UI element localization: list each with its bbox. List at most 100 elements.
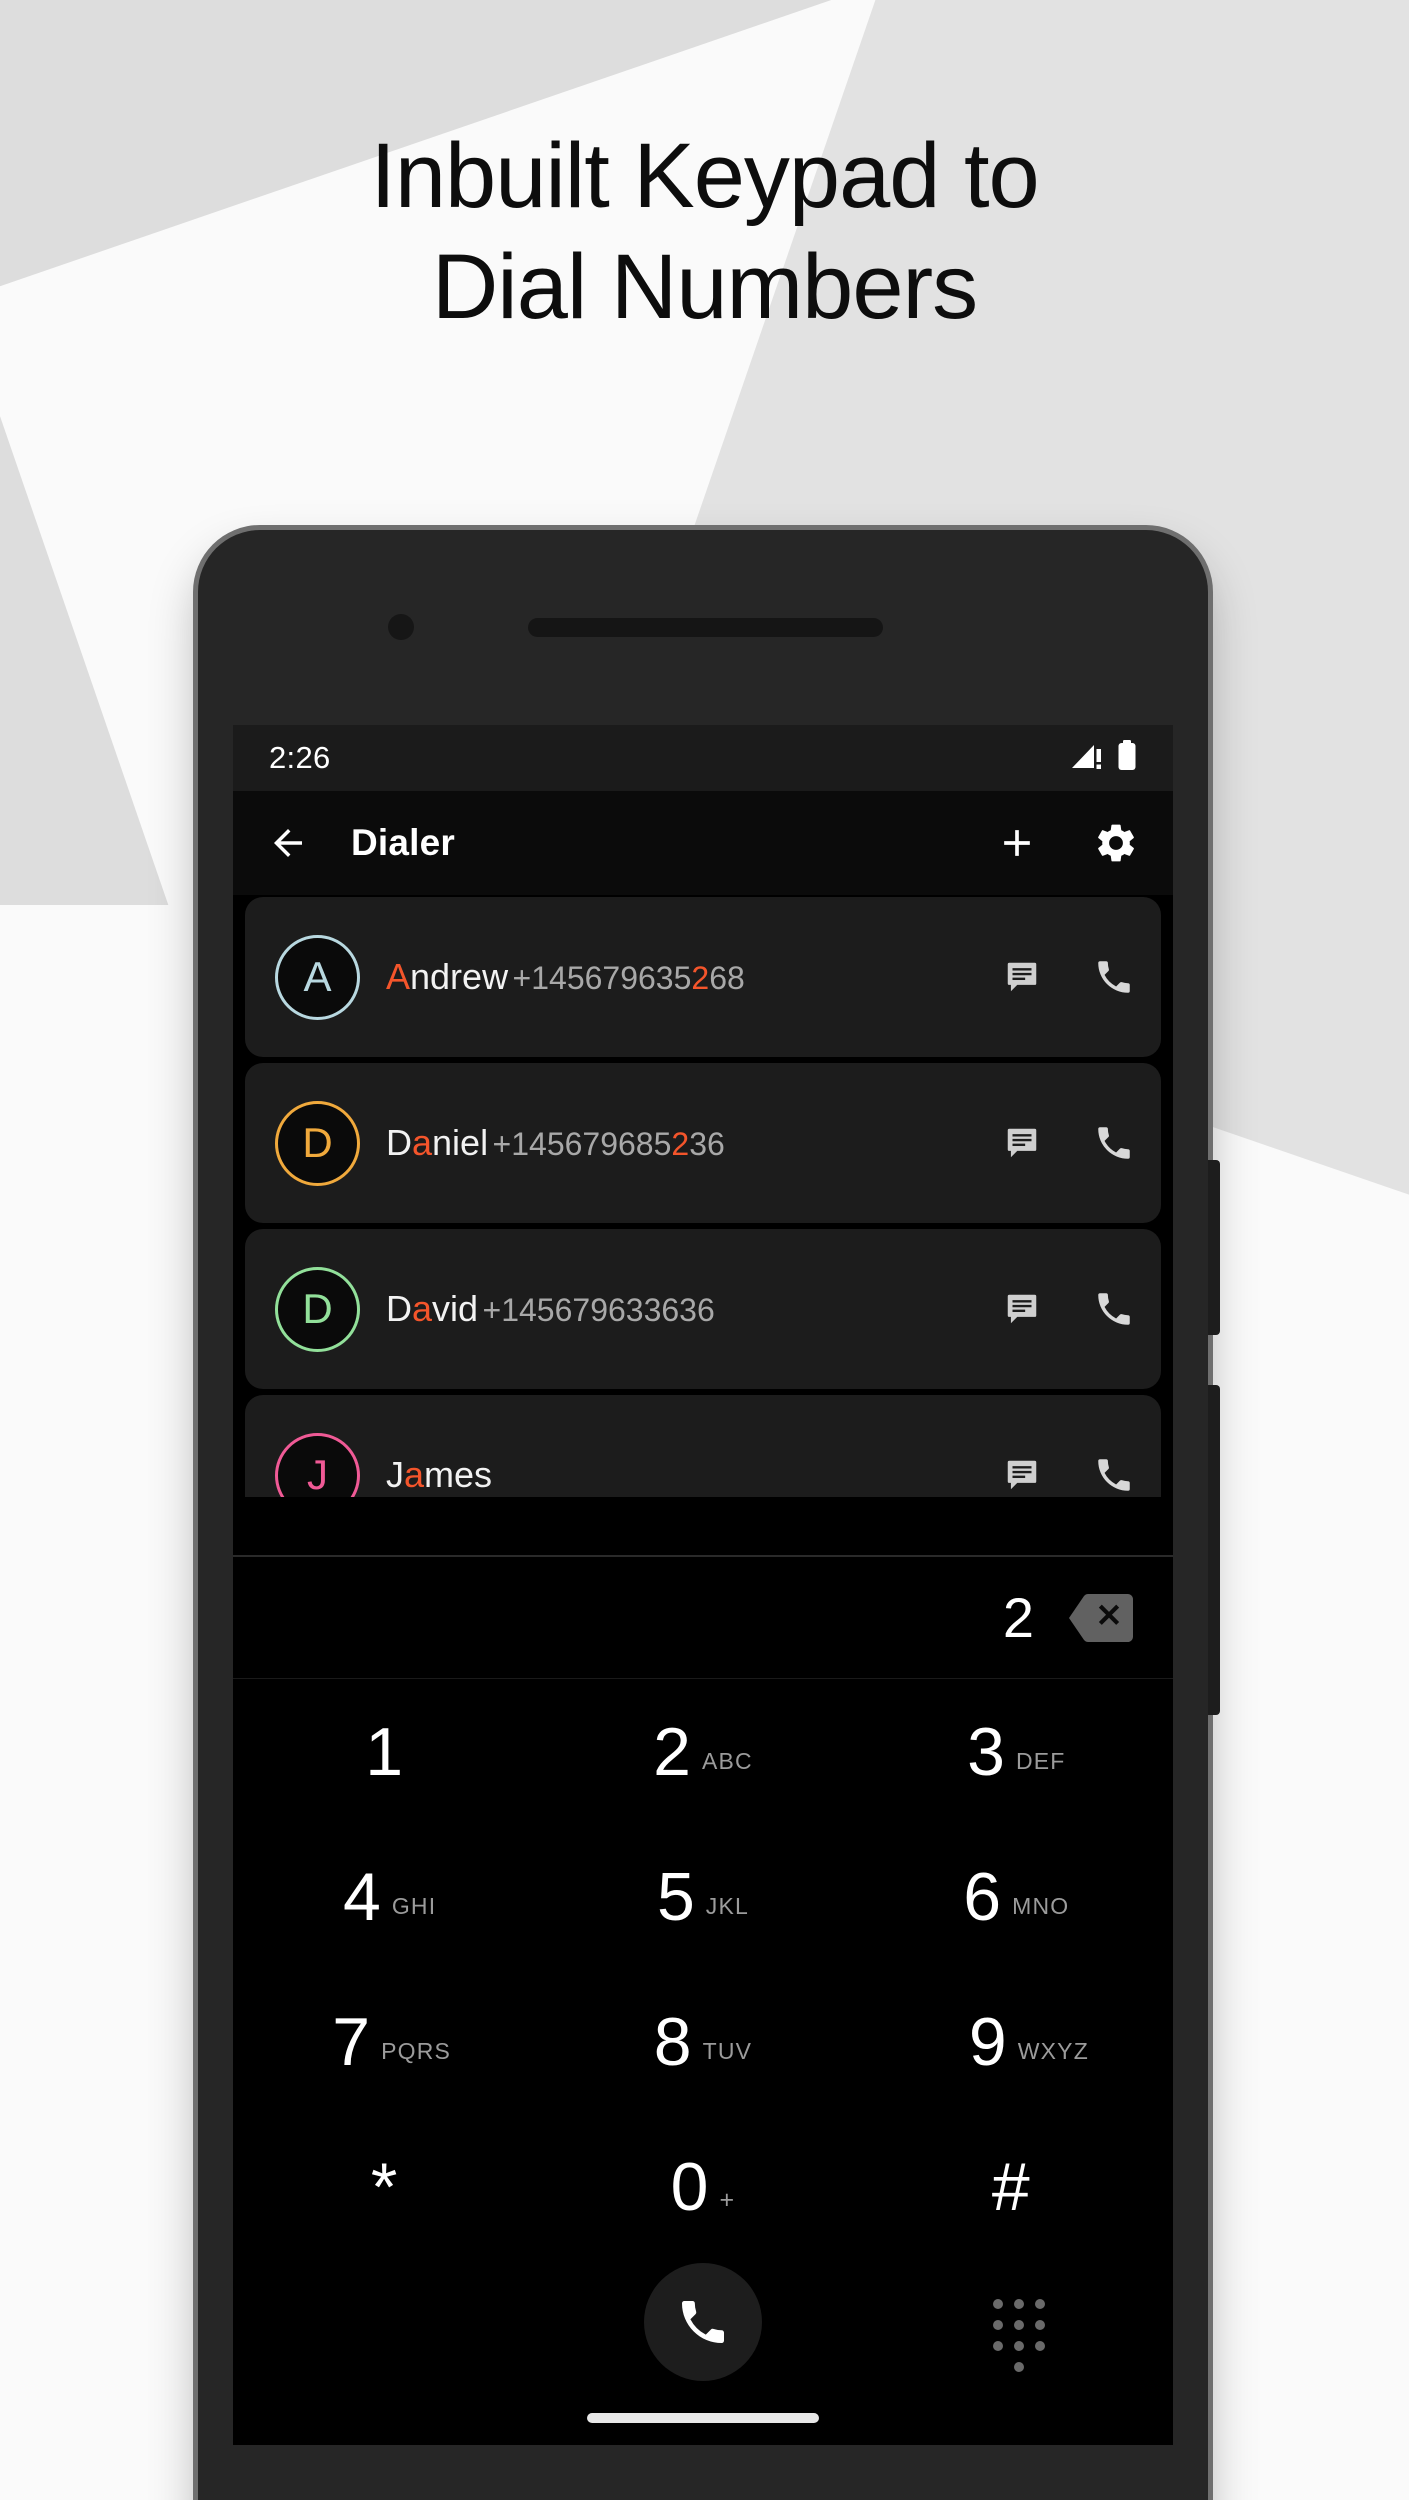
phone-icon[interactable] bbox=[1093, 1454, 1135, 1496]
key-letters: PQRS bbox=[381, 2038, 452, 2065]
dialpad-key-3[interactable]: 3 DEF bbox=[860, 1679, 1173, 1824]
table-row[interactable]: D Daniel +145679685236 bbox=[245, 1063, 1161, 1223]
dialpad-key-2[interactable]: 2 ABC bbox=[546, 1679, 859, 1824]
message-icon[interactable] bbox=[1003, 958, 1041, 996]
grid-dot bbox=[993, 2320, 1003, 2330]
message-icon[interactable] bbox=[1003, 1124, 1041, 1162]
key-digit: 9 bbox=[968, 2003, 1007, 2080]
dialpad-key-7[interactable]: 7 PQRS bbox=[233, 1969, 546, 2114]
avatar-initial: D bbox=[302, 1119, 333, 1166]
contact-number-pre: +145679685 bbox=[492, 1126, 672, 1163]
key-letters: DEF bbox=[1015, 1748, 1066, 1775]
contact-name-prefix: D bbox=[386, 1122, 412, 1164]
promo-stage: Inbuilt Keypad to Dial Numbers 2:26 Dial… bbox=[0, 0, 1409, 2500]
grid-dot bbox=[1014, 2362, 1024, 2372]
dialpad-key-5[interactable]: 5 JKL bbox=[546, 1824, 859, 1969]
home-gesture-bar[interactable] bbox=[587, 2413, 819, 2423]
contact-text: Daniel +145679685236 bbox=[386, 1121, 991, 1164]
contact-name: Daniel bbox=[386, 1122, 488, 1163]
contact-text: David +145679633636 bbox=[386, 1287, 991, 1330]
contact-actions bbox=[1003, 1288, 1135, 1330]
key-digit: 8 bbox=[653, 2003, 692, 2080]
grid-dot bbox=[993, 2299, 1003, 2309]
contact-name-rest: mes bbox=[424, 1454, 493, 1496]
key-digit: 2 bbox=[653, 1713, 691, 1790]
contact-number: +145679635268 bbox=[513, 960, 745, 996]
grid-dot bbox=[1035, 2320, 1045, 2330]
key-digit: 7 bbox=[332, 2003, 371, 2080]
key-digit: * bbox=[370, 2148, 398, 2225]
avatar-initial: A bbox=[303, 953, 332, 1000]
dialpad-key-0[interactable]: 0 + bbox=[546, 2114, 859, 2259]
key-letters: WXYZ bbox=[1017, 2038, 1089, 2065]
grid-dot-blank bbox=[993, 2362, 1003, 2372]
key-digit: 0 bbox=[670, 2148, 709, 2225]
key-letters: TUV bbox=[702, 2038, 753, 2065]
status-icons bbox=[1070, 740, 1137, 776]
status-time: 2:26 bbox=[269, 740, 331, 775]
dialpad-key-4[interactable]: 4 GHI bbox=[233, 1824, 546, 1969]
earpiece-speaker bbox=[528, 618, 883, 637]
contact-number: +145679685236 bbox=[493, 1126, 725, 1162]
table-row[interactable]: J James bbox=[245, 1395, 1161, 1497]
contact-name: David bbox=[386, 1288, 478, 1329]
phone-mockup: 2:26 Dialer A Andrew +145679635268 D Dan… bbox=[198, 530, 1220, 2500]
app-bar: Dialer bbox=[233, 791, 1173, 895]
key-letters: + bbox=[719, 2186, 736, 2215]
plus-icon[interactable] bbox=[995, 821, 1039, 865]
app-bar-actions bbox=[995, 820, 1139, 866]
table-row[interactable]: D David +145679633636 bbox=[245, 1229, 1161, 1389]
back-arrow-icon[interactable] bbox=[267, 822, 309, 864]
contact-number-match: 2 bbox=[671, 1126, 690, 1163]
contact-name: Andrew bbox=[386, 956, 508, 997]
key-digit: 4 bbox=[343, 1858, 381, 1935]
dialed-number-display[interactable]: 2 bbox=[233, 1557, 1173, 1679]
message-icon[interactable] bbox=[1003, 1290, 1041, 1328]
key-letters: MNO bbox=[1012, 1893, 1070, 1920]
grid-dot bbox=[1014, 2320, 1024, 2330]
gear-icon[interactable] bbox=[1093, 820, 1139, 866]
avatar: A bbox=[275, 934, 360, 1020]
grid-dot bbox=[993, 2341, 1003, 2351]
volume-button[interactable] bbox=[1208, 1385, 1220, 1715]
headline-line-2: Dial Numbers bbox=[431, 235, 978, 338]
contact-number-post: 68 bbox=[709, 960, 745, 997]
key-digit: 1 bbox=[365, 1713, 404, 1790]
phone-icon[interactable] bbox=[1093, 1288, 1135, 1330]
avatar: D bbox=[275, 1266, 360, 1352]
contact-name-prefix: D bbox=[386, 1288, 412, 1330]
contact-name-rest: vid bbox=[432, 1288, 479, 1330]
dialpad-key-star[interactable]: * bbox=[233, 2114, 546, 2259]
contact-name-rest: niel bbox=[432, 1122, 489, 1164]
contact-name-match: a bbox=[404, 1454, 425, 1496]
dialpad-key-8[interactable]: 8 TUV bbox=[546, 1969, 859, 2114]
contact-name-match: a bbox=[412, 1288, 433, 1330]
key-digit: 5 bbox=[656, 1858, 695, 1935]
grid-dot bbox=[1035, 2341, 1045, 2351]
dialpad-key-9[interactable]: 9 WXYZ bbox=[860, 1969, 1173, 2114]
message-icon[interactable] bbox=[1003, 1456, 1041, 1494]
power-button[interactable] bbox=[1208, 1160, 1220, 1335]
headline-line-1: Inbuilt Keypad to bbox=[370, 125, 1039, 227]
table-row[interactable]: A Andrew +145679635268 bbox=[245, 897, 1161, 1057]
contact-text: James bbox=[386, 1453, 991, 1496]
call-button[interactable] bbox=[644, 2263, 762, 2381]
contact-actions bbox=[1003, 956, 1135, 998]
key-letters: GHI bbox=[391, 1893, 437, 1920]
dialpad-key-hash[interactable]: # bbox=[860, 2114, 1173, 2259]
dialpad-keys[interactable]: 1 2 ABC 3 DEF 4 GHI 5 JKL 6 MNO 7 PQRS 8… bbox=[233, 1679, 1173, 2259]
dialpad-bottom-bar bbox=[233, 2259, 1173, 2445]
phone-icon[interactable] bbox=[1093, 956, 1135, 998]
dialpad-grid-icon[interactable] bbox=[993, 2299, 1045, 2372]
backspace-icon[interactable] bbox=[1063, 1589, 1139, 1647]
grid-dot-blank bbox=[1035, 2362, 1045, 2372]
grid-dot bbox=[1014, 2299, 1024, 2309]
contact-list[interactable]: A Andrew +145679635268 D Daniel +1456796… bbox=[233, 895, 1173, 1497]
key-letters: ABC bbox=[701, 1748, 753, 1775]
dialpad-key-1[interactable]: 1 bbox=[233, 1679, 546, 1824]
phone-icon[interactable] bbox=[1093, 1122, 1135, 1164]
dialpad-key-6[interactable]: 6 MNO bbox=[860, 1824, 1173, 1969]
battery-full-icon bbox=[1117, 740, 1137, 776]
key-digit: 3 bbox=[967, 1713, 1005, 1790]
contact-name-match: A bbox=[386, 956, 411, 998]
